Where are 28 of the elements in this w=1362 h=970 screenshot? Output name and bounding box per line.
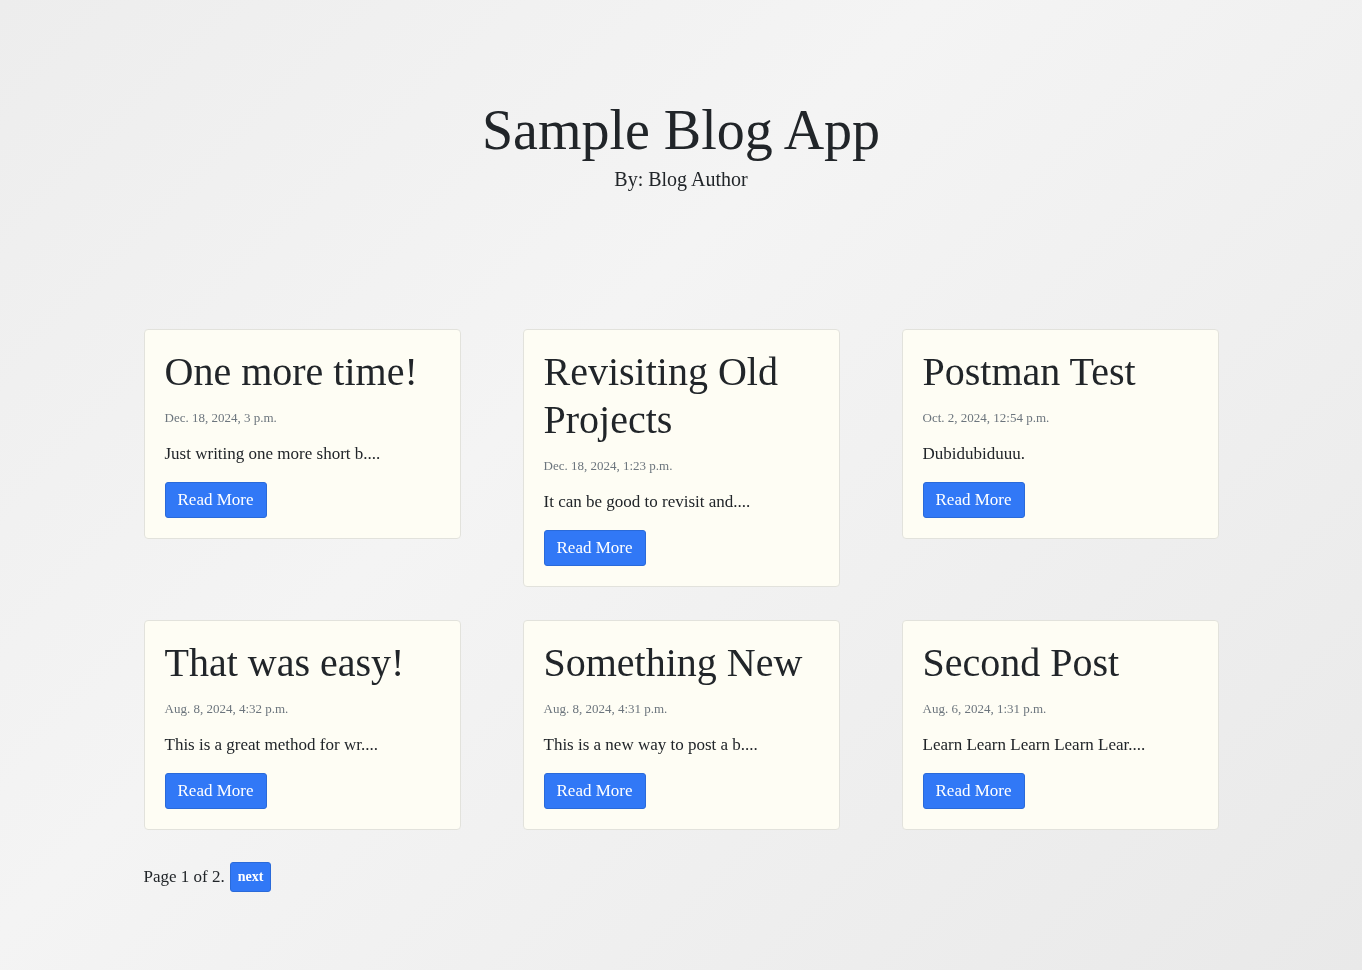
post-excerpt: This is a great method for wr.... xyxy=(164,735,378,755)
page-status: Page 1 of 2. xyxy=(143,867,225,887)
post-title: Revisiting Old Projects xyxy=(543,349,778,442)
post-excerpt: This is a new way to post a b.... xyxy=(543,735,758,755)
post-date: Aug. 6, 2024, 1:31 p.m. xyxy=(922,701,1047,717)
post-date: Dec. 18, 2024, 3 p.m. xyxy=(164,410,277,426)
read-more-button[interactable]: Read More xyxy=(164,773,267,809)
post-title: One more time! xyxy=(164,349,418,394)
read-more-button[interactable]: Read More xyxy=(543,773,646,809)
post-title: Postman Test xyxy=(922,349,1136,394)
post-excerpt: It can be good to revisit and.... xyxy=(543,492,751,512)
read-more-button[interactable]: Read More xyxy=(922,482,1025,518)
author-byline: By: Blog Author xyxy=(614,168,748,191)
post-excerpt: Dubidubiduuu. xyxy=(922,444,1025,464)
post-title: Second Post xyxy=(922,640,1120,685)
post-title: Something New xyxy=(543,640,803,685)
post-excerpt: Just writing one more short b.... xyxy=(164,444,381,464)
read-more-button[interactable]: Read More xyxy=(543,530,646,566)
next-page-button[interactable]: next xyxy=(229,862,272,892)
post-date: Aug. 8, 2024, 4:31 p.m. xyxy=(543,701,668,717)
read-more-button[interactable]: Read More xyxy=(164,482,267,518)
blog-title: Sample Blog App xyxy=(481,98,881,163)
read-more-button[interactable]: Read More xyxy=(922,773,1025,809)
post-date: Aug. 8, 2024, 4:32 p.m. xyxy=(164,701,289,717)
post-date: Oct. 2, 2024, 12:54 p.m. xyxy=(922,410,1050,426)
post-date: Dec. 18, 2024, 1:23 p.m. xyxy=(543,458,673,474)
post-excerpt: Learn Learn Learn Learn Lear.... xyxy=(922,735,1146,755)
post-title: That was easy! xyxy=(164,640,405,685)
